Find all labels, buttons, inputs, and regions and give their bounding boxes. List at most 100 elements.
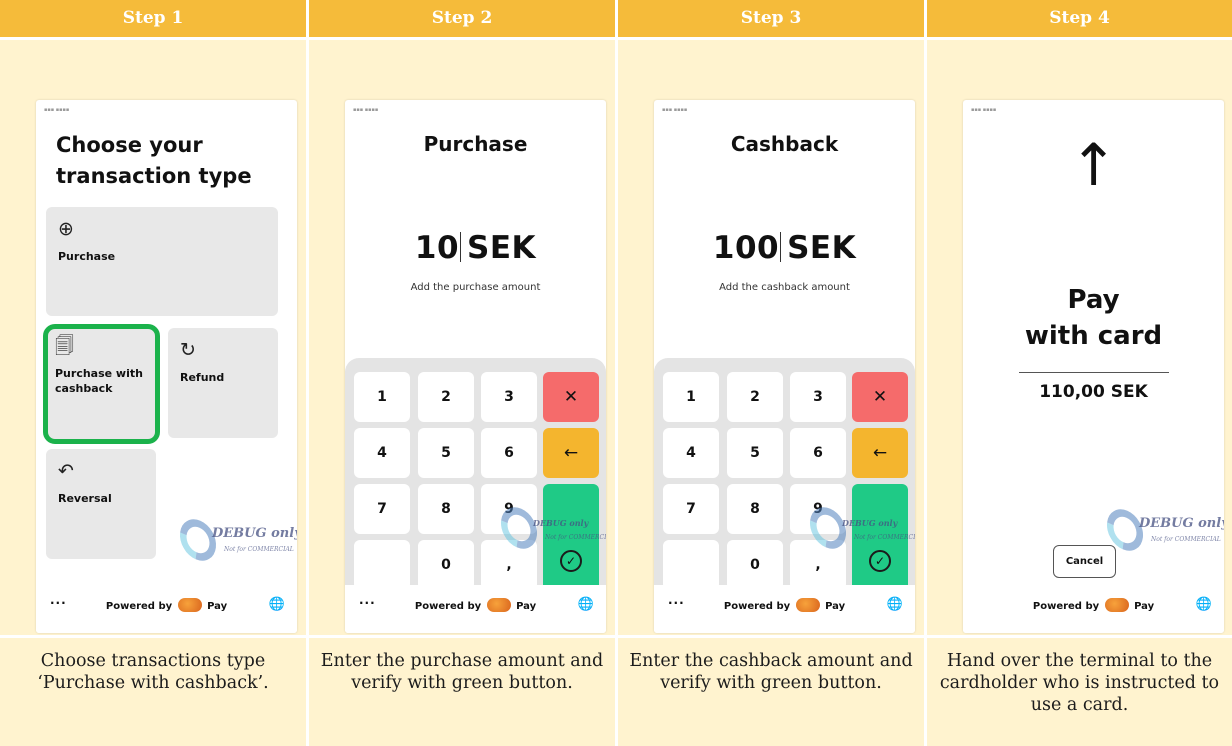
status-bar: ▪▪▪ ▪▪▪▪ (353, 107, 379, 113)
key-9[interactable]: 9 (481, 484, 537, 534)
watermark-logo (172, 512, 224, 568)
step-1-header: Step 1 (0, 0, 306, 37)
brand-logo-icon (486, 598, 511, 612)
screen-footer: Powered by Pay 🌐 (963, 585, 1224, 633)
screen-footer: ··· Powered by Pay 🌐 (36, 585, 297, 633)
step-4-caption: Hand over the terminal to the cardholder… (927, 638, 1232, 746)
key-5[interactable]: 5 (727, 428, 783, 478)
step-1-caption: Choose transactions type ‘Purchase with … (0, 638, 306, 746)
step-4-body: ▪▪▪ ▪▪▪▪ ↑ Pay with card 110,00 SEK DEBU… (927, 40, 1232, 635)
key-7[interactable]: 7 (354, 484, 410, 534)
pay-label: Pay (1134, 601, 1155, 612)
check-circle-icon: ✓ (560, 550, 582, 572)
steps-grid: Step 1 ▪▪▪ ▪▪▪▪ Choose your transaction … (0, 0, 1232, 746)
globe-icon[interactable]: 🌐 (1196, 597, 1212, 612)
terminal-screen-step-4: ▪▪▪ ▪▪▪▪ ↑ Pay with card 110,00 SEK DEBU… (963, 100, 1224, 633)
step-3-caption: Enter the cashback amount and verify wit… (618, 638, 924, 746)
terminal-screen-step-3: ▪▪▪ ▪▪▪▪ Cashback 100 SEK Add the cashbac… (654, 100, 915, 633)
backspace-key[interactable]: ← (543, 428, 599, 478)
text-caret (780, 232, 782, 262)
key-4[interactable]: 4 (354, 428, 410, 478)
key-0[interactable]: 0 (418, 540, 474, 590)
clear-key[interactable]: ✕ (543, 372, 599, 422)
step-2-caption: Enter the purchase amount and verify wit… (309, 638, 615, 746)
numeric-keypad: 1 2 3 ✕ 4 5 6 ← 7 8 9 ✓ 0 , (345, 358, 606, 591)
globe-icon[interactable]: 🌐 (269, 597, 285, 612)
globe-icon[interactable]: 🌐 (578, 597, 594, 612)
powered-by: Powered by Pay (345, 598, 606, 612)
step-2-header: Step 2 (309, 0, 615, 37)
key-2[interactable]: 2 (418, 372, 474, 422)
key-7[interactable]: 7 (663, 484, 719, 534)
status-bar: ▪▪▪ ▪▪▪▪ (662, 107, 688, 113)
key-4[interactable]: 4 (663, 428, 719, 478)
key-comma[interactable]: , (790, 540, 846, 590)
plus-circle-icon: ⊕ (58, 218, 74, 240)
key-empty (354, 540, 410, 590)
amount-value: 100 (712, 230, 780, 266)
key-8[interactable]: 8 (727, 484, 783, 534)
step-1-column: Step 1 ▪▪▪ ▪▪▪▪ Choose your transaction … (0, 0, 306, 746)
key-8[interactable]: 8 (418, 484, 474, 534)
key-1[interactable]: 1 (354, 372, 410, 422)
key-6[interactable]: 6 (790, 428, 846, 478)
powered-by-label: Powered by (723, 601, 791, 612)
watermark-subtext: Not for COMMERCIAL (1151, 536, 1221, 543)
key-0[interactable]: 0 (727, 540, 783, 590)
step-1-body: ▪▪▪ ▪▪▪▪ Choose your transaction type ⊕ … (0, 40, 306, 635)
step-3-body: ▪▪▪ ▪▪▪▪ Cashback 100 SEK Add the cashbac… (618, 40, 924, 635)
debug-watermark: DEBUG only Not for COMMERCIAL (172, 512, 297, 572)
key-6[interactable]: 6 (481, 428, 537, 478)
terminal-screen-step-2: ▪▪▪ ▪▪▪▪ Purchase 10 SEK Add the purchase… (345, 100, 606, 633)
powered-by: Powered by Pay (654, 598, 915, 612)
arrow-up-icon: ↑ (1069, 131, 1118, 199)
tile-label: Purchase (58, 250, 116, 263)
watermark-subtext: Not for COMMERCIAL (224, 546, 294, 553)
tile-purchase[interactable]: ⊕ Purchase (46, 207, 278, 316)
pay-line-2: with card (1024, 321, 1163, 351)
backspace-key[interactable]: ← (852, 428, 908, 478)
clear-key[interactable]: ✕ (852, 372, 908, 422)
terminal-screen-step-1: ▪▪▪ ▪▪▪▪ Choose your transaction type ⊕ … (36, 100, 297, 633)
tile-reversal[interactable]: ↶ Reversal (46, 449, 156, 559)
cancel-button[interactable]: Cancel (1053, 545, 1116, 578)
amount-display: 10 SEK (345, 230, 606, 266)
pay-label: Pay (825, 601, 846, 612)
brand-logo-icon (177, 598, 202, 612)
key-2[interactable]: 2 (727, 372, 783, 422)
divider (1019, 372, 1169, 373)
key-9[interactable]: 9 (790, 484, 846, 534)
key-3[interactable]: 3 (790, 372, 846, 422)
tile-refund[interactable]: ↻ Refund (168, 328, 278, 438)
screen-footer: ··· Powered by Pay 🌐 (345, 585, 606, 633)
key-5[interactable]: 5 (418, 428, 474, 478)
powered-by-label: Powered by (414, 601, 482, 612)
key-1[interactable]: 1 (663, 372, 719, 422)
total-amount: 110,00 SEK (1039, 382, 1148, 402)
step-2-body: ▪▪▪ ▪▪▪▪ Purchase 10 SEK Add the purchase… (309, 40, 615, 635)
powered-by: Powered by Pay (36, 598, 297, 612)
text-caret (460, 232, 462, 262)
amount-display: 100 SEK (654, 230, 915, 266)
currency-label: SEK (467, 230, 537, 266)
powered-by: Powered by Pay (963, 598, 1224, 612)
powered-by-label: Powered by (105, 601, 173, 612)
currency-label: SEK (787, 230, 857, 266)
brand-logo-icon (795, 598, 820, 612)
confirm-key[interactable]: ✓ (543, 484, 599, 591)
key-3[interactable]: 3 (481, 372, 537, 422)
step-2-column: Step 2 ▪▪▪ ▪▪▪▪ Purchase 10 SEK Add the p… (309, 0, 615, 746)
amount-hint: Add the cashback amount (719, 282, 850, 293)
tile-purchase-with-cashback[interactable]: 🗐 Purchase with cashback (43, 324, 160, 444)
step-4-column: Step 4 ▪▪▪ ▪▪▪▪ ↑ Pay with card 110,00 S… (927, 0, 1232, 746)
amount-value: 10 (414, 230, 460, 266)
globe-icon[interactable]: 🌐 (887, 597, 903, 612)
step-3-column: Step 3 ▪▪▪ ▪▪▪▪ Cashback 100 SEK Add the … (618, 0, 924, 746)
confirm-key[interactable]: ✓ (852, 484, 908, 591)
debug-watermark: DEBUG only Not for COMMERCIAL (1099, 502, 1224, 562)
powered-by-label: Powered by (1032, 601, 1100, 612)
pay-with-card-title: Pay with card (963, 282, 1224, 354)
numeric-keypad: 1 2 3 ✕ 4 5 6 ← 7 8 9 ✓ 0 , (654, 358, 915, 591)
status-bar: ▪▪▪ ▪▪▪▪ (971, 107, 997, 113)
key-comma[interactable]: , (481, 540, 537, 590)
